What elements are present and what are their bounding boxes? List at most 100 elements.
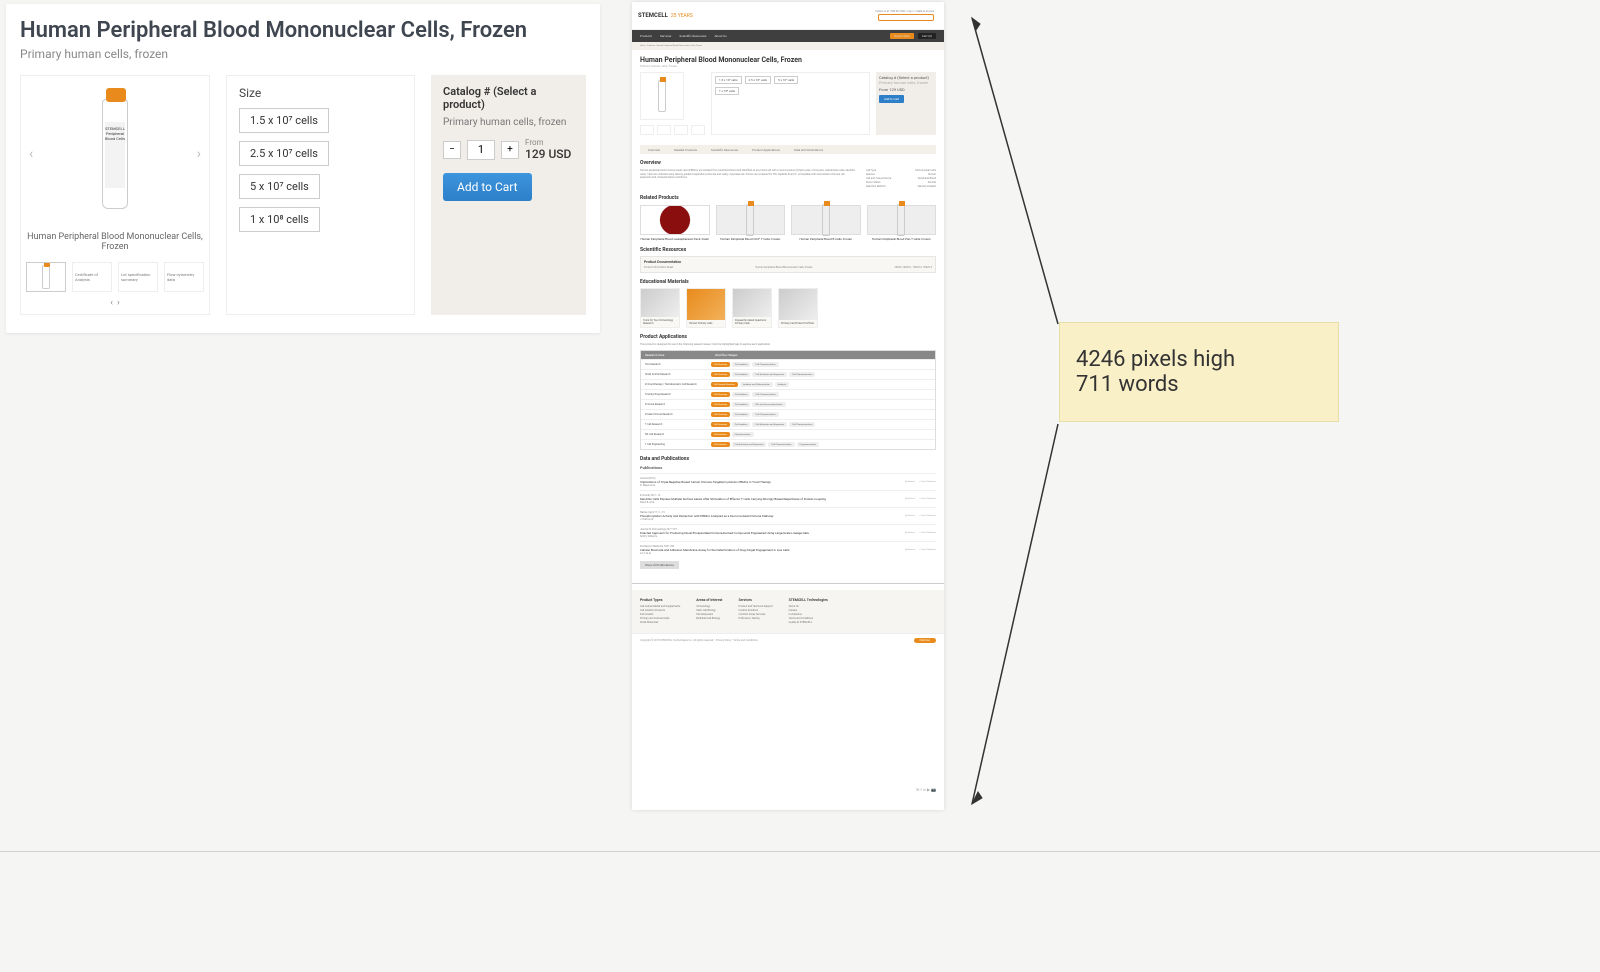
size-selector: Size 1.5 x 10⁷ cells 2.5 x 10⁷ cells 5 x…	[226, 75, 415, 315]
purchase-subtitle: Primary human cells, frozen	[443, 117, 574, 128]
app-row: NK Cell ResearchCell IsolationCharacteri…	[641, 429, 935, 439]
footer-link[interactable]: Instruments	[640, 613, 680, 616]
publication-row[interactable]: Nature (April 11) 1–19Phosphorylation Ac…	[640, 507, 936, 524]
thumbnail-row: Certificate of Analysis Lot specificatio…	[26, 262, 204, 292]
thumbnail-4[interactable]: Flow cytometry data	[164, 262, 204, 292]
fp-thumb-1[interactable]	[640, 125, 654, 135]
footer-link[interactable]: Proficiency Testing	[738, 617, 772, 620]
search-input[interactable]	[878, 14, 934, 21]
chat-button[interactable]: Chat now	[914, 638, 937, 643]
related-section: Related Products Human Peripheral Blood …	[640, 195, 936, 241]
thumbnail-next-icon[interactable]: ›	[117, 298, 120, 308]
size-option-1[interactable]: 1.5 x 10⁷ cells	[239, 108, 329, 133]
cart-button[interactable]: Cart (0)	[918, 33, 936, 39]
publication-row[interactable]: Journal of Immunology 297:1197Directed A…	[640, 524, 936, 541]
size-option-3[interactable]: 5 x 10⁷ cells	[239, 174, 320, 199]
nav-products[interactable]: Products	[640, 34, 652, 38]
fp-add-to-cart-button[interactable]: Add to Cart	[879, 95, 904, 103]
resources-section: Scientific Resources Product Documentati…	[640, 247, 936, 328]
annotation-note: 4246 pixels high 711 words	[1059, 322, 1339, 422]
fp-size-2[interactable]: 2.5 x 10⁷ cells	[745, 76, 772, 84]
edu-tile-2[interactable]: Human Primary Cells	[686, 288, 726, 328]
footer-link[interactable]: Epithelial Cell Biology	[696, 617, 722, 620]
app-row: HLA ResearchCell SourcingCell IsolationC…	[641, 359, 935, 369]
nav-scientific-resources[interactable]: Scientific Resources	[679, 34, 706, 38]
footer-col: Product TypesCell Culture Media and Supp…	[640, 598, 680, 625]
fp-thumb-3[interactable]	[674, 125, 688, 135]
main-nav: Products Services Scientific Resources A…	[632, 30, 944, 42]
edu-tile-3[interactable]: Frequently Asked Questions: Primary Cell…	[732, 288, 772, 328]
edu-tile-1[interactable]: Tools for Your Immunology Research	[640, 288, 680, 328]
nav-about-us[interactable]: About Us	[714, 34, 726, 38]
footer-link[interactable]: Quality at STEMCELL	[789, 621, 828, 624]
footer-link[interactable]: Cell Isolation Products	[640, 609, 680, 612]
related-card-3[interactable]: Human Peripheral Blood B Cells, Frozen	[791, 205, 861, 241]
footer-link[interactable]: Compliance	[789, 613, 828, 616]
footer-link[interactable]: Immunology	[696, 605, 722, 608]
fp-size-4[interactable]: 1 x 10⁸ cells	[715, 87, 739, 95]
qty-increment-button[interactable]: +	[501, 141, 519, 159]
thumbnail-prev-icon[interactable]: ‹	[110, 298, 113, 308]
fp-gallery	[640, 72, 684, 120]
footer-link[interactable]: Contract Assay Services	[738, 613, 772, 616]
related-card-2[interactable]: Human Peripheral Blood CD4⁺ T Cells, Fro…	[716, 205, 786, 241]
footer-link[interactable]: Cell Culture Media and Supplements	[640, 605, 680, 608]
fp-size-1[interactable]: 1.5 x 10⁷ cells	[715, 76, 742, 84]
thumbnail-nav: ‹ ›	[110, 298, 119, 308]
app-row: Immune ResearchCell SourcingCell Isolati…	[641, 399, 935, 409]
thumbnail-2[interactable]: Certificate of Analysis	[72, 262, 112, 292]
tab-publications[interactable]: Data and Publications	[794, 148, 823, 152]
tab-related[interactable]: Related Products	[674, 148, 697, 152]
gallery-next-icon[interactable]: ›	[191, 140, 207, 168]
edu-tile-4[interactable]: Primary Cell Product Portfolio	[778, 288, 818, 328]
size-option-4[interactable]: 1 x 10⁸ cells	[239, 207, 320, 232]
publication-row[interactable]: Frontiers in Medicine 7201:234Cellular E…	[640, 541, 936, 558]
related-card-1[interactable]: Human Peripheral Blood Leukapheresis Pac…	[640, 205, 710, 241]
footer-link[interactable]: Careers	[789, 609, 828, 612]
brand-logo[interactable]: STEMCELL 25 YEARS	[638, 12, 693, 19]
footer-link[interactable]: Product and Technical Support	[738, 605, 772, 608]
fp-thumb-2[interactable]	[657, 125, 671, 135]
footer-link[interactable]: Small Molecules	[640, 621, 680, 624]
footer-link[interactable]: Stem Cell Biology	[696, 609, 722, 612]
product-title: Human Peripheral Blood Mononuclear Cells…	[20, 18, 586, 43]
related-card-4[interactable]: Human Peripheral Blood Pan-T Cells, Froz…	[867, 205, 937, 241]
size-option-2[interactable]: 2.5 x 10⁷ cells	[239, 141, 329, 166]
footer-link[interactable]: Hematopoiesis	[696, 613, 722, 616]
footer-link[interactable]: Custom Solutions	[738, 609, 772, 612]
gallery-prev-icon[interactable]: ‹	[23, 140, 39, 168]
publication-row[interactable]: Immunity 30:1–12Dendritic Cells Express …	[640, 490, 936, 507]
applications-table: Research AreaWorkflow Stages HLA Researc…	[640, 350, 936, 450]
fp-price: From 129 USD	[879, 87, 933, 92]
fp-cart-sub: Primary human cells, frozen	[879, 80, 933, 85]
footer-link[interactable]: Terms and Conditions	[789, 617, 828, 620]
tab-applications[interactable]: Product Applications	[752, 148, 780, 152]
show-all-publications-button[interactable]: Show All Publications	[640, 561, 679, 569]
overview-section: Overview Human peripheral blood mononucl…	[640, 160, 936, 189]
tab-resources[interactable]: Scientific Resources	[711, 148, 738, 152]
overview-meta: Cell TypeMononuclear CellsSpeciesHumanCe…	[866, 169, 936, 189]
publication-row[interactable]: Lancet (2019)Implications of Triple-Nega…	[640, 473, 936, 490]
size-label: Size	[239, 86, 402, 100]
footer-link[interactable]: About Us	[789, 605, 828, 608]
social-icons[interactable]: ✉ f in ▶ 📷	[916, 787, 936, 792]
catalog-label: Catalog # (Select a product)	[443, 85, 574, 111]
breadcrumb[interactable]: Home › Products › Human Peripheral Blood…	[632, 42, 944, 50]
product-detail-card: Human Peripheral Blood Mononuclear Cells…	[6, 4, 600, 333]
qty-input[interactable]	[467, 140, 495, 160]
nav-services[interactable]: Services	[660, 34, 671, 38]
product-gallery: ‹ STEMCELL Peripheral Blood Cells › Huma…	[20, 75, 210, 315]
fp-size-3[interactable]: 5 x 10⁷ cells	[774, 76, 798, 84]
fp-subtitle: Primary human cells, frozen	[640, 64, 936, 68]
doc-row[interactable]: Product Documentation Product Informatio…	[640, 256, 936, 273]
fp-title: Human Peripheral Blood Mononuclear Cells…	[640, 56, 936, 64]
footer-link[interactable]: Primary and Cultured Cells	[640, 617, 680, 620]
tab-overview[interactable]: Overview	[648, 148, 660, 152]
quick-order-button[interactable]: Quick Order	[890, 33, 914, 39]
thumbnail-3[interactable]: Lot specification summary	[118, 262, 158, 292]
fp-thumb-4[interactable]	[691, 125, 705, 135]
thumbnail-1[interactable]	[26, 262, 66, 292]
fp-top-links[interactable]: Contact us at 1 800 667 0322 • Log in • …	[875, 10, 934, 13]
qty-decrement-button[interactable]: −	[443, 141, 461, 159]
add-to-cart-button[interactable]: Add to Cart	[443, 173, 532, 201]
